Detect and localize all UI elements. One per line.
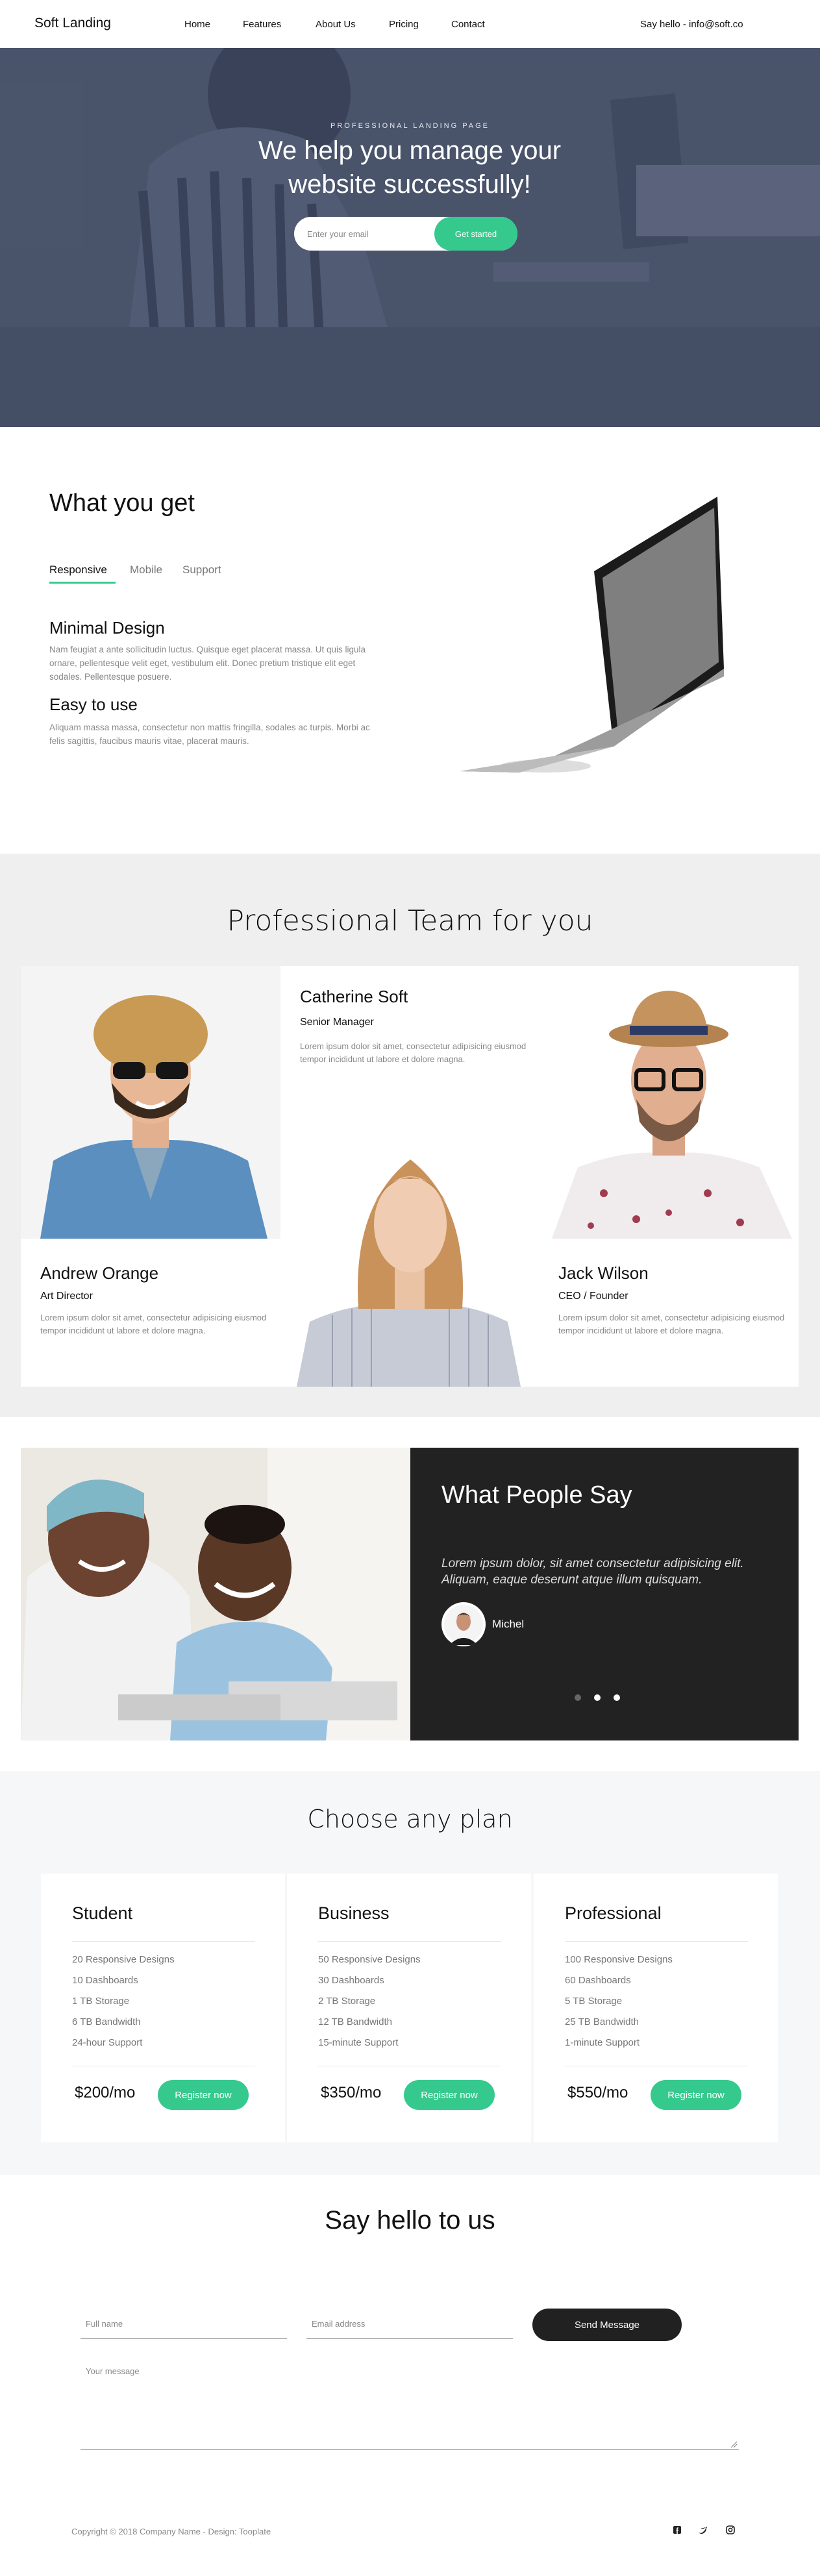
plan-feature: 20 Responsive Designs	[72, 1954, 175, 1965]
message-underline	[81, 2449, 739, 2450]
team-title: Professional Team for you	[227, 904, 593, 937]
brand-logo[interactable]: Soft Landing	[34, 16, 111, 31]
register-button-business[interactable]: Register now	[404, 2080, 495, 2110]
feature-heading: Minimal Design	[49, 618, 165, 638]
instagram-icon[interactable]	[725, 2524, 736, 2536]
plan-card-professional: Professional 100 Responsive Designs 60 D…	[534, 1874, 778, 2142]
catherine-soft-photo	[280, 1114, 539, 1387]
plan-name: Business	[318, 1903, 390, 1923]
tab-support[interactable]: Support	[182, 564, 221, 576]
andrew-orange-photo	[21, 966, 280, 1239]
carousel-dot-2[interactable]	[594, 1694, 601, 1701]
nav-link-about[interactable]: About Us	[316, 19, 356, 30]
team-card-andrew: Andrew Orange Art Director Lorem ipsum d…	[21, 1239, 280, 1387]
active-tab-indicator	[49, 582, 116, 584]
contact-title: Say hello to us	[325, 2206, 495, 2235]
carousel-dot-3[interactable]	[614, 1694, 620, 1701]
plan-price: $550/mo	[567, 2084, 628, 2101]
plan-feature: 5 TB Storage	[565, 1996, 623, 2007]
email-address-underline	[306, 2338, 513, 2339]
carousel-dot-1[interactable]	[575, 1694, 581, 1701]
nav-link-pricing[interactable]: Pricing	[389, 19, 419, 30]
tab-responsive[interactable]: Responsive	[49, 564, 107, 576]
member-role: Senior Manager	[300, 1017, 374, 1028]
message-textarea[interactable]: Your message	[86, 2366, 140, 2376]
plan-feature: 1-minute Support	[565, 2037, 640, 2048]
register-button-student[interactable]: Register now	[158, 2080, 249, 2110]
plan-card-student: Student 20 Responsive Designs 10 Dashboa…	[41, 1874, 285, 2142]
divider	[72, 1941, 255, 1942]
nav-link-features[interactable]: Features	[243, 19, 281, 30]
copyright-text: Copyright © 2018 Company Name - Design: …	[71, 2527, 271, 2536]
testimonial-quote: Lorem ipsum dolor, sit amet consectetur …	[441, 1557, 744, 1587]
plan-feature: 60 Dashboards	[565, 1975, 631, 1986]
contact-email-link[interactable]: Say hello - info@soft.co	[640, 19, 743, 30]
jack-wilson-photo	[539, 966, 799, 1239]
testimonial-photo	[21, 1448, 410, 1740]
divider	[318, 1941, 501, 1942]
member-bio: Lorem ipsum dolor sit amet, consectetur …	[558, 1313, 785, 1335]
team-card-catherine: Catherine Soft Senior Manager Lorem ipsu…	[280, 966, 539, 1114]
nav-link-home[interactable]: Home	[184, 19, 210, 30]
plan-feature: 1 TB Storage	[72, 1996, 130, 2007]
team-card-jack: Jack Wilson CEO / Founder Lorem ipsum do…	[539, 1239, 799, 1387]
divider	[565, 1941, 748, 1942]
full-name-input[interactable]: Full name	[86, 2319, 123, 2329]
member-name: Catherine Soft	[300, 987, 408, 1006]
plan-feature: 30 Dashboards	[318, 1975, 384, 1986]
plan-feature: 24-hour Support	[72, 2037, 143, 2048]
hero-signup-form: Get started	[294, 217, 517, 251]
testimonial-author: Michel	[492, 1618, 525, 1630]
member-bio: Lorem ipsum dolor sit amet, consectetur …	[300, 1041, 527, 1064]
get-started-button[interactable]: Get started	[434, 217, 517, 251]
plan-price: $350/mo	[321, 2084, 382, 2101]
member-name: Jack Wilson	[558, 1263, 649, 1283]
facebook-icon[interactable]	[671, 2524, 683, 2536]
plan-name: Professional	[565, 1903, 662, 1923]
feature-text: Nam feugiat a ante sollicitudin luctus. …	[49, 645, 366, 682]
plan-feature: 2 TB Storage	[318, 1996, 376, 2007]
full-name-underline	[81, 2338, 287, 2339]
hero-title: We help you manage your website successf…	[258, 136, 562, 199]
plan-feature: 6 TB Bandwidth	[72, 2016, 141, 2027]
twitter-icon[interactable]	[697, 2524, 709, 2536]
testimonial-avatar	[441, 1602, 486, 1646]
pricing-title: Choose any plan	[307, 1805, 513, 1833]
laptop-image	[454, 487, 727, 786]
plan-feature: 10 Dashboards	[72, 1975, 138, 1986]
plan-feature: 25 TB Bandwidth	[565, 2016, 639, 2027]
feature-heading: Easy to use	[49, 695, 138, 714]
plan-feature: 50 Responsive Designs	[318, 1954, 421, 1965]
plan-feature: 12 TB Bandwidth	[318, 2016, 392, 2027]
plan-card-business: Business 50 Responsive Designs 30 Dashbo…	[287, 1874, 531, 2142]
tab-mobile[interactable]: Mobile	[130, 564, 162, 576]
plan-feature: 100 Responsive Designs	[565, 1954, 673, 1965]
hero-kicker: PROFESSIONAL LANDING PAGE	[330, 122, 490, 130]
top-navbar: Soft Landing Home Features About Us Pric…	[0, 0, 820, 48]
plan-price: $200/mo	[75, 2084, 136, 2101]
hero-email-input[interactable]	[307, 217, 424, 251]
register-button-professional[interactable]: Register now	[651, 2080, 741, 2110]
testimonial-title: What People Say	[441, 1481, 632, 1509]
plan-feature: 15-minute Support	[318, 2037, 399, 2048]
feature-text: Aliquam massa massa, consectetur non mat…	[49, 723, 370, 746]
send-message-button[interactable]: Send Message	[532, 2309, 682, 2341]
member-role: Art Director	[40, 1291, 93, 1302]
textarea-resize-handle[interactable]	[730, 2440, 738, 2448]
features-title: What you get	[49, 489, 195, 517]
plan-name: Student	[72, 1903, 133, 1923]
email-address-input[interactable]: Email address	[312, 2319, 365, 2329]
member-role: CEO / Founder	[558, 1291, 628, 1302]
member-name: Andrew Orange	[40, 1263, 159, 1283]
nav-link-contact[interactable]: Contact	[451, 19, 485, 30]
member-bio: Lorem ipsum dolor sit amet, consectetur …	[40, 1313, 267, 1335]
